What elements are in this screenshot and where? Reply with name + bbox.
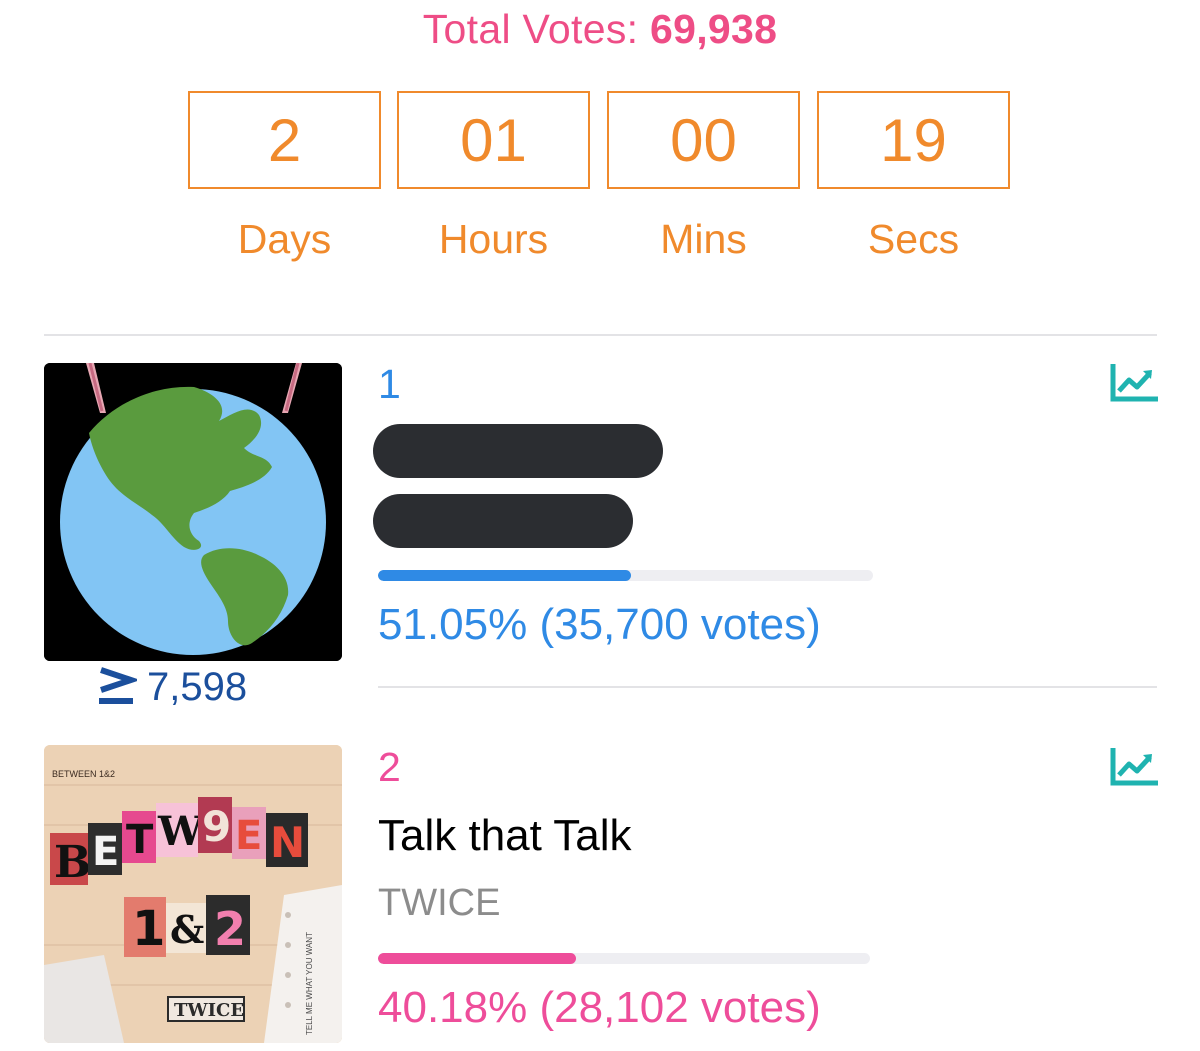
vote-percentage: 51.05% (35,700 votes) <box>378 600 821 649</box>
svg-text:B: B <box>54 837 91 888</box>
redacted-artist-bar <box>373 494 633 548</box>
svg-text:W: W <box>157 808 204 855</box>
divider <box>44 334 1157 336</box>
entry-rank: 2 <box>378 744 401 790</box>
countdown-days-label: Days <box>237 216 332 262</box>
vote-progress-fill <box>378 953 576 964</box>
album-side-text: TELL ME WHAT YOU WANT <box>305 932 314 1035</box>
countdown-hours-label: Hours <box>438 216 549 262</box>
rank-change: 7,598 <box>97 662 247 712</box>
countdown-mins: 00 <box>607 91 800 189</box>
svg-text:9: 9 <box>202 802 231 851</box>
song-title: Talk that Talk <box>378 811 632 860</box>
svg-text:T: T <box>126 817 154 863</box>
countdown-mins-label: Mins <box>660 216 747 262</box>
countdown-hours: 01 <box>397 91 590 189</box>
countdown-days: 2 <box>188 91 381 189</box>
svg-text:E: E <box>92 829 119 875</box>
rank-change-value: 7,598 <box>147 664 248 709</box>
countdown-secs-label: Secs <box>867 216 960 262</box>
svg-text:1: 1 <box>132 901 165 957</box>
svg-text:&: & <box>170 907 204 952</box>
chart-trend-icon <box>1110 747 1159 786</box>
album-artist-stamp: TWICE <box>174 1000 244 1021</box>
redacted-title-bar <box>373 424 663 478</box>
vote-percentage: 40.18% (28,102 votes) <box>378 983 821 1032</box>
chart-trend-button[interactable] <box>1110 747 1159 786</box>
artist-name: TWICE <box>378 882 501 924</box>
total-votes-value: 69,938 <box>650 6 778 52</box>
chart-trend-icon <box>1110 363 1159 402</box>
vote-progress-bar <box>378 953 870 964</box>
total-votes: Total Votes: 69,938 <box>0 6 1200 53</box>
entry-rank: 1 <box>378 361 401 407</box>
total-votes-label: Total Votes: <box>422 6 639 52</box>
rank-up-icon <box>99 667 137 704</box>
chart-trend-button[interactable] <box>1110 363 1159 402</box>
vote-progress-bar <box>378 570 873 581</box>
svg-text:2: 2 <box>214 902 246 956</box>
svg-text:N: N <box>270 818 305 867</box>
album-small-caption: BETWEEN 1&2 <box>52 769 115 779</box>
svg-text:E: E <box>235 813 262 859</box>
album-cover-image: BETWEEN 1&2 B E T W 9 E N 1 & 2 TWICE TE… <box>44 745 342 1043</box>
album-art-globe <box>44 363 342 661</box>
countdown-secs: 19 <box>817 91 1010 189</box>
album-art-between: BETWEEN 1&2 B E T W 9 E N 1 & 2 TWICE TE… <box>44 745 342 1043</box>
vote-progress-fill <box>378 570 631 581</box>
globe-icon <box>44 363 342 661</box>
divider <box>378 686 1157 688</box>
